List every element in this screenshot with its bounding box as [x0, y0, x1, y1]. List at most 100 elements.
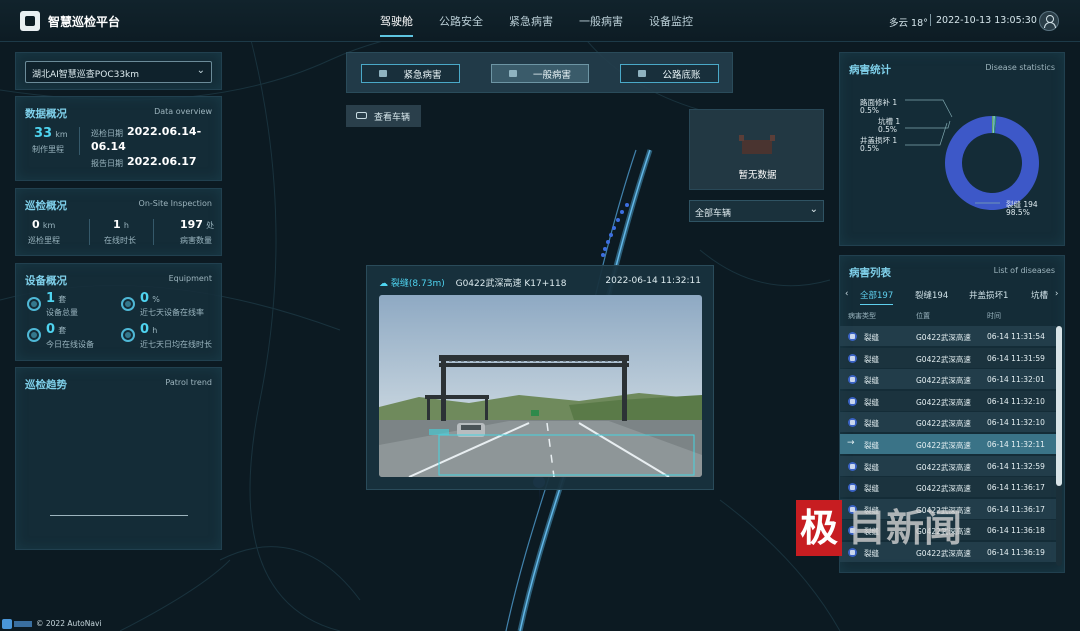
nav-cockpit[interactable]: 驾驶舱	[380, 13, 413, 37]
device-total-value: 1	[46, 291, 56, 306]
table-row[interactable]: 裂缝 G0422武深高速 06-14 11:32:59	[840, 455, 1056, 476]
disease-list-title: 病害列表	[849, 267, 891, 279]
col-location: 位置	[916, 312, 930, 320]
view-vehicle-label: 查看车辆	[374, 113, 411, 123]
chevron-right-icon[interactable]: ›	[1055, 289, 1058, 299]
header-divider	[930, 14, 931, 26]
tab-urgent-disease[interactable]: 紧急病害	[361, 64, 460, 83]
road-camera-image[interactable]	[379, 295, 702, 477]
row-time: 06-14 11:31:54	[987, 332, 1045, 341]
row-type: 裂缝	[864, 376, 879, 386]
equipment-title: 设备概况	[25, 275, 67, 287]
onsite-inspection-panel: 巡检概况 On-Site Inspection 0 km 巡检里程 1 h 在线…	[15, 188, 222, 256]
chevron-left-icon[interactable]: ‹	[845, 289, 848, 299]
onsite-mileage-unit: km	[42, 221, 56, 230]
chevron-down-icon: ⌄	[809, 204, 818, 215]
avg-online-icon	[121, 328, 135, 342]
route-select-value: 湖北AI智慧巡查POC33km	[32, 70, 140, 80]
device-total-label: 设备总量	[46, 308, 78, 317]
disease-type-icon	[848, 418, 857, 428]
inspect-date-line1: 2022.06.14-	[127, 125, 202, 138]
row-location: G0422武深高速	[916, 462, 971, 472]
row-location: G0422武深高速	[916, 484, 971, 494]
nav-urgent-disease[interactable]: 紧急病害	[509, 13, 553, 37]
report-date-value: 2022.06.17	[127, 155, 197, 168]
donut-slice-裂缝[interactable]	[945, 116, 1039, 210]
disease-table-header: 病害类型 位置 时间	[840, 311, 1058, 325]
table-row[interactable]: 裂缝 G0422武深高速 06-14 11:31:59	[840, 347, 1056, 368]
tab-all[interactable]: 全部197	[860, 289, 894, 305]
overview-divider	[79, 127, 80, 155]
view-vehicle-button[interactable]: 查看车辆	[346, 105, 421, 127]
today-online-icon	[27, 328, 41, 342]
map-footer: © 2022 AutoNavi	[2, 619, 102, 629]
disease-type-icon	[848, 483, 857, 493]
disease-type-icon	[848, 375, 857, 385]
row-location: G0422武深高速	[916, 333, 971, 342]
leader-line-3	[905, 122, 948, 146]
tab-general-disease-label: 一般病害	[532, 69, 571, 81]
scrollbar-thumb[interactable]	[1056, 326, 1062, 486]
table-row[interactable]: 裂缝 G0422武深高速 06-14 11:36:17	[840, 477, 1056, 498]
disease-count-value: 197	[180, 218, 203, 231]
onsite-mileage-value: 0	[32, 218, 40, 231]
row-type: 裂缝	[864, 419, 879, 429]
pie-label-1-pct: 0.5%	[860, 106, 880, 115]
row-time: 06-14 11:31:59	[987, 353, 1045, 363]
vehicle-select[interactable]: 全部车辆 ⌄	[689, 200, 824, 222]
row-type: 裂缝	[864, 462, 879, 472]
onsite-subtitle: On-Site Inspection	[138, 199, 212, 208]
nav-road-safety[interactable]: 公路安全	[439, 13, 483, 37]
user-avatar-icon[interactable]	[1039, 11, 1059, 31]
equipment-panel: 设备概况 Equipment 1 套 设备总量 0 % 近七天设备在线率 0 套…	[15, 263, 222, 361]
production-mileage-value: 33	[34, 126, 53, 141]
row-time: 06-14 11:32:01	[987, 375, 1045, 385]
equipment-subtitle: Equipment	[168, 274, 212, 283]
disease-list-scrollbar[interactable]	[1056, 326, 1062, 566]
onsite-divider-2	[153, 219, 154, 245]
map-brand-icon	[14, 621, 32, 627]
tab-crack[interactable]: 裂缝194	[915, 289, 948, 301]
disease-stats-panel: 病害统计 Disease statistics 路面修补 1 0.5% 坑槽 1…	[839, 52, 1065, 246]
avg-online-label: 近七天日均在线时长	[140, 340, 212, 349]
app-logo-icon	[20, 11, 40, 31]
map-provider-logo-icon	[2, 619, 12, 629]
table-row[interactable]: 裂缝 G0422武深高速 06-14 11:32:10	[840, 412, 1056, 433]
nav-device-monitor[interactable]: 设备监控	[649, 13, 693, 37]
report-date-label: 报告日期	[91, 159, 123, 168]
tab-manhole[interactable]: 井盖损坏1	[969, 289, 1008, 301]
data-overview-panel: 数据概况 Data overview 33 km 制作里程 巡检日期 2022.…	[15, 96, 222, 181]
row-location: G0422武深高速	[916, 397, 971, 407]
disease-filter-tabs: ‹ 全部197 裂缝194 井盖损坏1 坑槽 ›	[840, 286, 1066, 305]
online-duration-unit: h	[123, 221, 129, 230]
road-scene	[379, 295, 702, 477]
current-datetime: 2022-10-13 13:05:30	[936, 15, 1037, 26]
table-row[interactable]: 裂缝 G0422武深高速 06-14 11:32:01	[840, 369, 1056, 390]
tab-general-disease[interactable]: 一般病害	[491, 64, 589, 83]
video-disease-type: 裂缝	[390, 279, 409, 289]
table-row[interactable]: → 裂缝 G0422武深高速 06-14 11:32:11	[840, 434, 1056, 454]
online-rate-icon	[121, 297, 135, 311]
row-location: G0422武深高速	[916, 376, 971, 386]
avg-online-unit: h	[152, 326, 158, 335]
table-row[interactable]: 裂缝 G0422武深高速 06-14 11:31:54	[840, 326, 1056, 346]
cloud-icon	[508, 70, 517, 77]
tab-pothole[interactable]: 坑槽	[1031, 289, 1048, 301]
vehicle-select-value: 全部车辆	[695, 209, 732, 219]
onsite-title: 巡检概况	[25, 200, 67, 212]
copyright-text: © 2022 AutoNavi	[36, 619, 102, 628]
video-location: G0422武深高速 K17+118	[455, 279, 567, 289]
tab-road-ledger[interactable]: 公路底账	[620, 64, 719, 83]
disease-list-subtitle: List of diseases	[993, 266, 1055, 275]
video-header: ☁ 裂缝(8.73m) G0422武深高速 K17+118	[379, 276, 566, 289]
nav-general-disease[interactable]: 一般病害	[579, 13, 623, 37]
tab-urgent-disease-label: 紧急病害	[403, 69, 442, 81]
production-mileage-label: 制作里程	[32, 145, 64, 154]
row-location: G0422武深高速	[916, 354, 971, 364]
route-select[interactable]: 湖北AI智慧巡查POC33km ⌄	[25, 61, 212, 83]
onsite-divider-1	[89, 219, 90, 245]
disease-type-icon	[848, 396, 857, 406]
table-row[interactable]: 裂缝 G0422武深高速 06-14 11:32:10	[840, 390, 1056, 411]
no-data-text: 暂无数据	[738, 170, 777, 181]
device-total-icon	[27, 297, 41, 311]
